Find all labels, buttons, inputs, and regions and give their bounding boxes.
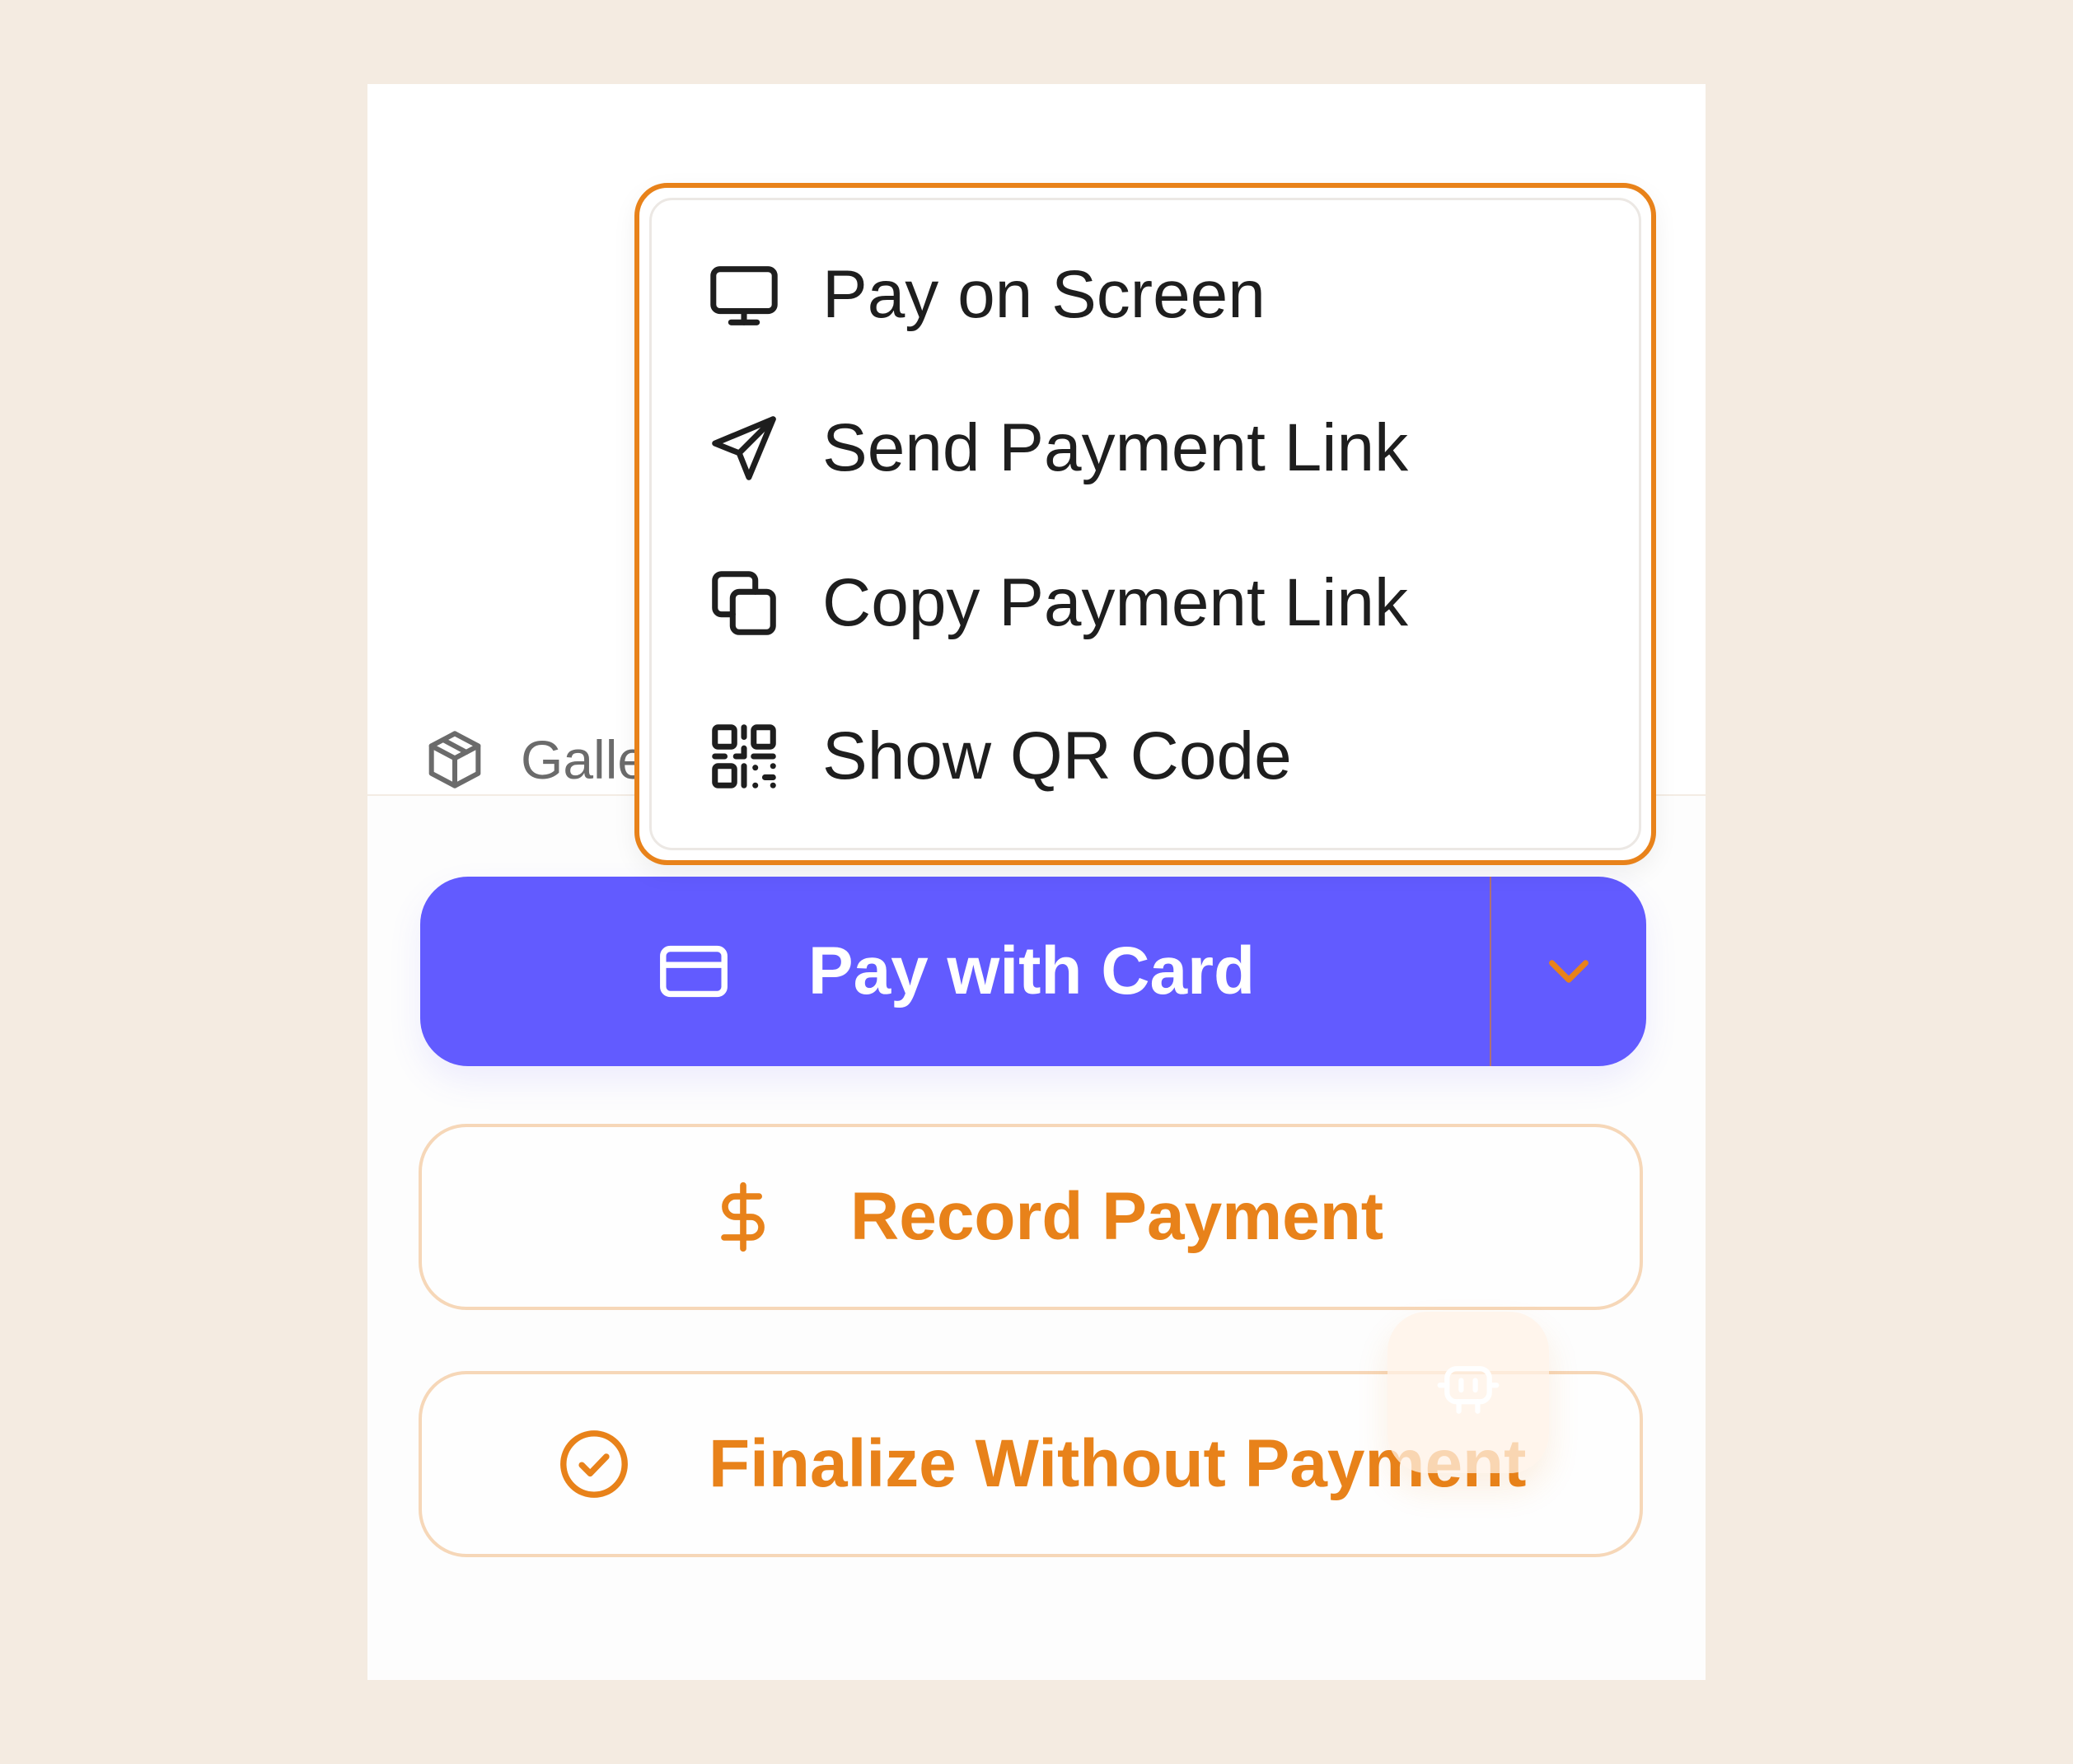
send-icon	[712, 416, 776, 480]
record-payment-label: Record Payment	[850, 1179, 1384, 1254]
dollar-icon	[721, 1181, 765, 1252]
copy-icon	[712, 571, 776, 635]
qr-code-icon	[712, 724, 776, 788]
product-name: Galle	[521, 729, 648, 790]
split-divider	[1490, 877, 1491, 1066]
box-icon	[428, 731, 481, 788]
credit-card-icon	[659, 945, 728, 998]
chevron-down-icon	[1549, 960, 1589, 983]
menu-item-send-payment-link[interactable]: Send Payment Link	[705, 399, 1408, 498]
pay-with-card-split-button: Pay with Card	[420, 877, 1646, 1066]
payment-options-toggle[interactable]	[1491, 877, 1646, 1066]
pay-with-card-button[interactable]: Pay with Card	[420, 877, 1490, 1066]
menu-item-copy-payment-link[interactable]: Copy Payment Link	[705, 554, 1408, 653]
payment-options-menu: Pay on Screen Send Payment Link Copy Pay…	[634, 183, 1656, 865]
menu-item-pay-on-screen[interactable]: Pay on Screen	[705, 246, 1266, 344]
check-circle-icon	[560, 1430, 628, 1498]
product-row: Galle	[422, 718, 653, 801]
monitor-icon	[710, 266, 778, 325]
menu-item-show-qr-code[interactable]: Show QR Code	[705, 707, 1292, 806]
menu-item-label: Pay on Screen	[822, 257, 1266, 332]
assistant-widget[interactable]	[1387, 1312, 1549, 1473]
record-payment-button[interactable]: Record Payment	[419, 1124, 1643, 1310]
menu-item-label: Copy Payment Link	[822, 565, 1409, 640]
bot-icon	[1437, 1366, 1500, 1414]
menu-item-label: Show QR Code	[822, 718, 1292, 793]
pay-with-card-label: Pay with Card	[807, 933, 1256, 1008]
menu-item-label: Send Payment Link	[822, 410, 1409, 485]
